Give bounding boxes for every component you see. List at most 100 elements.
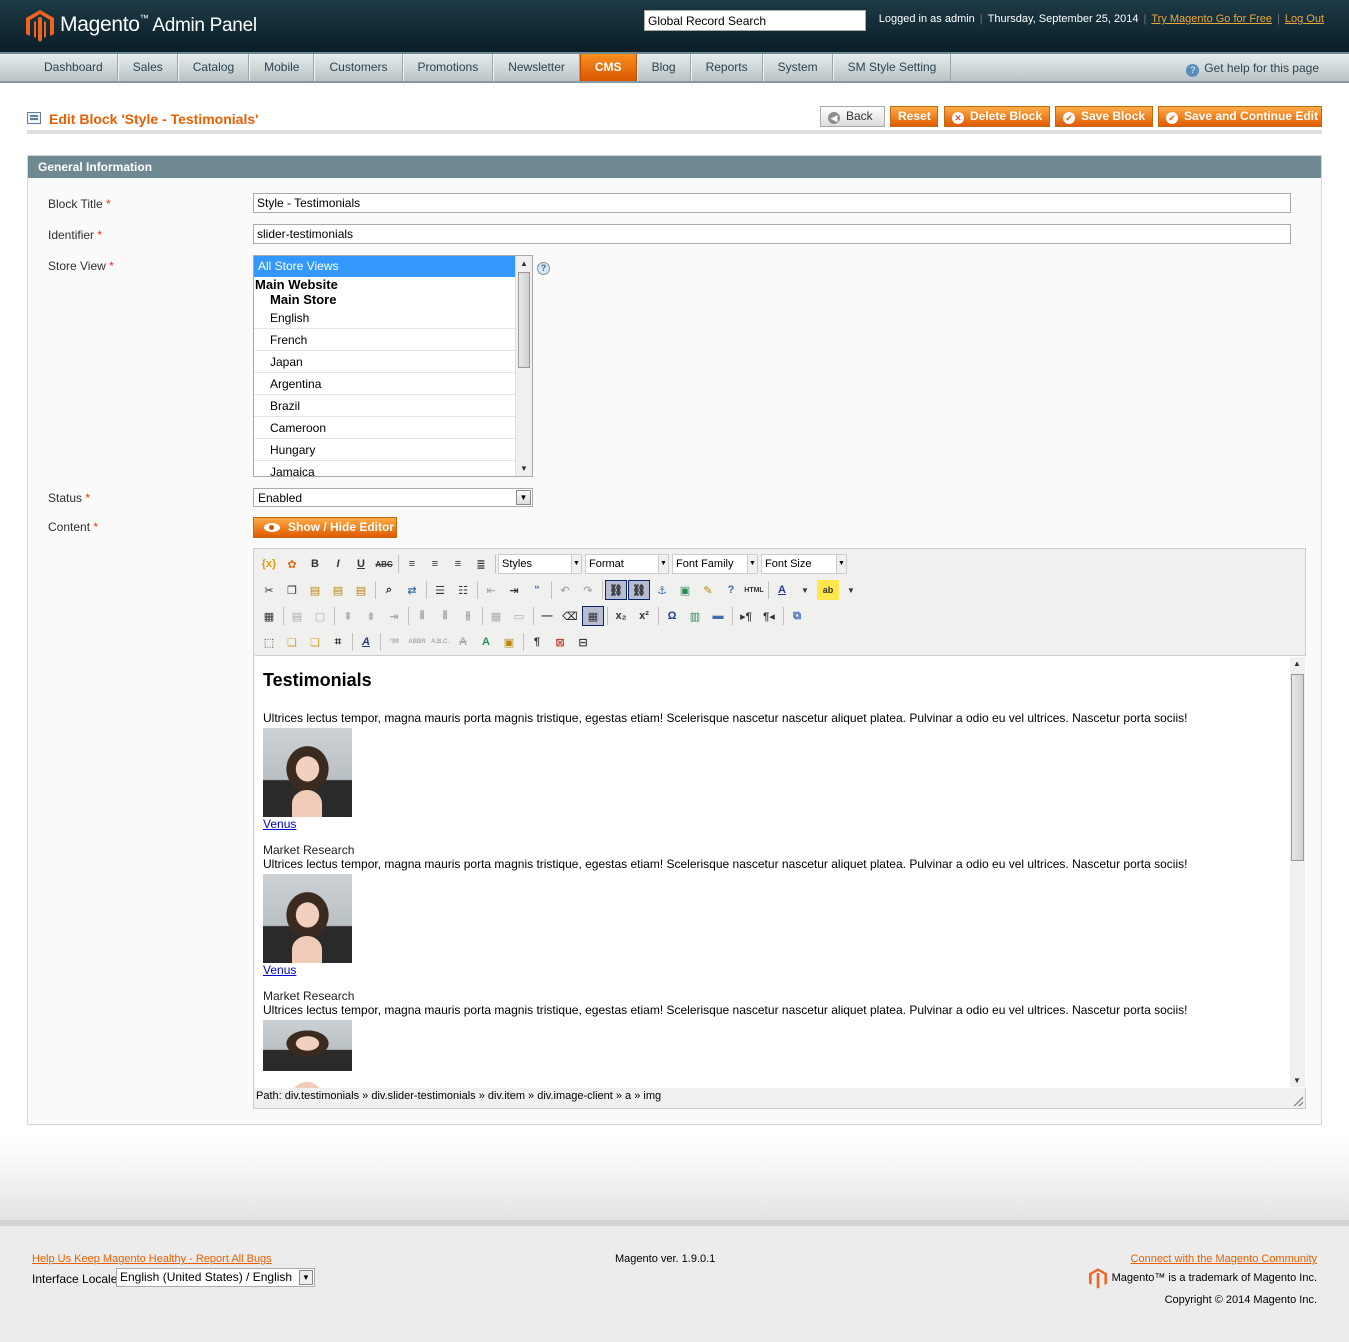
underline-icon[interactable]: U bbox=[350, 554, 372, 574]
advanced-hr-icon[interactable]: ▬ bbox=[707, 606, 729, 626]
row-props-icon[interactable]: ▤ bbox=[286, 606, 308, 626]
move-backward-icon[interactable]: ❏ bbox=[304, 632, 326, 652]
del-icon[interactable]: A bbox=[452, 632, 474, 652]
find-icon[interactable]: ⌕ bbox=[378, 580, 400, 600]
global-search-input[interactable] bbox=[644, 10, 866, 31]
nav-customers[interactable]: Customers bbox=[314, 54, 403, 81]
logout-link[interactable]: Log Out bbox=[1285, 13, 1324, 25]
ins-icon[interactable]: A bbox=[475, 632, 497, 652]
table-props-icon[interactable]: ▦ bbox=[258, 606, 280, 626]
chevron-down-icon[interactable]: ▼ bbox=[794, 580, 816, 600]
absolute-position-icon[interactable]: ⌗ bbox=[327, 632, 349, 652]
visual-chars-icon[interactable]: ¶ bbox=[526, 632, 548, 652]
style-props-icon[interactable]: A bbox=[355, 632, 377, 652]
nonbreaking-icon[interactable]: ⊠ bbox=[549, 632, 571, 652]
reset-button[interactable]: Reset bbox=[890, 106, 938, 127]
unlink-icon[interactable]: ⛓ bbox=[628, 580, 650, 600]
numbered-list-icon[interactable]: ☷ bbox=[452, 580, 474, 600]
blockquote-icon[interactable]: “ bbox=[526, 580, 548, 600]
client-name-link[interactable]: Venus bbox=[263, 963, 1273, 977]
help-icon[interactable]: ? bbox=[720, 580, 742, 600]
nav-sales[interactable]: Sales bbox=[117, 54, 178, 81]
fullscreen-icon[interactable]: ⧉ bbox=[786, 606, 808, 626]
media-icon[interactable]: ▥ bbox=[684, 606, 706, 626]
cite-icon[interactable]: “99 bbox=[383, 632, 405, 652]
strikethrough-icon[interactable]: ABC bbox=[373, 554, 395, 574]
align-left-icon[interactable]: ≡ bbox=[401, 554, 423, 574]
save-block-button[interactable]: ✔ Save Block bbox=[1055, 106, 1153, 127]
store-view-option[interactable]: French bbox=[254, 329, 516, 351]
nav-reports[interactable]: Reports bbox=[690, 54, 763, 81]
interface-locale-select[interactable]: English (United States) / English ▼ bbox=[116, 1268, 315, 1287]
horizontal-rule-icon[interactable]: — bbox=[536, 606, 558, 626]
question-help-icon[interactable]: ? bbox=[537, 262, 550, 275]
store-view-option-all[interactable]: All Store Views bbox=[254, 256, 516, 277]
row-after-icon[interactable]: ⇟ bbox=[360, 606, 382, 626]
nav-blog[interactable]: Blog bbox=[636, 54, 691, 81]
col-before-icon[interactable]: ⫴ bbox=[411, 606, 433, 626]
identifier-input[interactable] bbox=[253, 224, 1291, 244]
client-name-link[interactable]: Venus bbox=[263, 817, 1273, 831]
replace-icon[interactable]: ⇄ bbox=[401, 580, 423, 600]
editor-document[interactable]: Testimonials Ultrices lectus tempor, mag… bbox=[263, 656, 1273, 1088]
paste-text-icon[interactable]: ▤ bbox=[327, 580, 349, 600]
attributes-icon[interactable]: ▣ bbox=[498, 632, 520, 652]
align-justify-icon[interactable]: ≣ bbox=[470, 554, 492, 574]
visual-aid-icon[interactable]: ▦ bbox=[582, 606, 604, 626]
anchor-icon[interactable]: ⚓ bbox=[651, 580, 673, 600]
row-before-icon[interactable]: ⇞ bbox=[337, 606, 359, 626]
report-bugs-link[interactable]: Help Us Keep Magento Healthy - Report Al… bbox=[32, 1253, 272, 1265]
cell-props-icon[interactable]: ▢ bbox=[309, 606, 331, 626]
block-title-input[interactable] bbox=[253, 193, 1291, 213]
nav-promotions[interactable]: Promotions bbox=[402, 54, 494, 81]
bullet-list-icon[interactable]: ☰ bbox=[429, 580, 451, 600]
chevron-down-icon[interactable]: ▼ bbox=[840, 580, 862, 600]
subscript-icon[interactable]: x₂ bbox=[610, 606, 632, 626]
align-center-icon[interactable]: ≡ bbox=[424, 554, 446, 574]
store-view-option[interactable]: Hungary bbox=[254, 439, 516, 461]
client-photo[interactable] bbox=[263, 728, 352, 817]
acronym-icon[interactable]: A.B.C. bbox=[429, 632, 451, 652]
nav-system[interactable]: System bbox=[762, 54, 833, 81]
bold-icon[interactable]: B bbox=[304, 554, 326, 574]
client-photo[interactable] bbox=[263, 874, 352, 963]
insert-variable-icon[interactable]: {x} bbox=[258, 554, 280, 574]
scroll-up-arrow-icon[interactable]: ▲ bbox=[520, 259, 528, 268]
italic-icon[interactable]: I bbox=[327, 554, 349, 574]
store-view-multiselect[interactable]: All Store Views Main Website Main Store … bbox=[253, 255, 533, 477]
nav-cms[interactable]: CMS bbox=[579, 54, 637, 81]
delete-col-icon[interactable]: ⫵ bbox=[457, 606, 479, 626]
save-continue-button[interactable]: ✔ Save and Continue Edit bbox=[1158, 106, 1322, 127]
ltr-icon[interactable]: ▸¶ bbox=[735, 606, 757, 626]
font-family-select[interactable]: Font Family ▼ bbox=[672, 554, 758, 574]
copy-icon[interactable]: ❐ bbox=[281, 580, 303, 600]
try-magento-go-link[interactable]: Try Magento Go for Free bbox=[1151, 13, 1272, 25]
editor-content-area[interactable]: Testimonials Ultrices lectus tempor, mag… bbox=[255, 655, 1306, 1088]
rtl-icon[interactable]: ¶◂ bbox=[758, 606, 780, 626]
store-view-option[interactable]: Japan bbox=[254, 351, 516, 373]
insert-layer-icon[interactable]: ⬚ bbox=[258, 632, 280, 652]
store-view-scrollbar[interactable]: ▲ ▼ bbox=[515, 256, 532, 476]
nav-dashboard[interactable]: Dashboard bbox=[30, 54, 118, 81]
nav-catalog[interactable]: Catalog bbox=[177, 54, 250, 81]
cleanup-icon[interactable]: ✎ bbox=[697, 580, 719, 600]
show-hide-editor-button[interactable]: Show / Hide Editor bbox=[253, 517, 397, 538]
link-icon[interactable]: ⛓ bbox=[605, 580, 627, 600]
paste-icon[interactable]: ▤ bbox=[304, 580, 326, 600]
store-view-option[interactable]: Cameroon bbox=[254, 417, 516, 439]
highlight-color-icon[interactable]: ab bbox=[817, 580, 839, 600]
magento-logo-icon[interactable] bbox=[26, 10, 54, 42]
back-button[interactable]: ◀ Back bbox=[820, 106, 885, 127]
format-select[interactable]: Format ▼ bbox=[585, 554, 669, 574]
abbr-icon[interactable]: ABBR bbox=[406, 632, 428, 652]
undo-icon[interactable]: ↶ bbox=[554, 580, 576, 600]
merge-cells-icon[interactable]: ▭ bbox=[508, 606, 530, 626]
store-view-option[interactable]: Jamaica bbox=[254, 461, 516, 476]
store-view-scroll-thumb[interactable] bbox=[518, 272, 530, 368]
redo-icon[interactable]: ↷ bbox=[577, 580, 599, 600]
community-link[interactable]: Connect with the Magento Community bbox=[1131, 1253, 1317, 1265]
align-right-icon[interactable]: ≡ bbox=[447, 554, 469, 574]
image-icon[interactable]: ▣ bbox=[674, 580, 696, 600]
resize-handle-icon[interactable] bbox=[1293, 1096, 1303, 1106]
store-view-option[interactable]: English bbox=[254, 307, 516, 329]
